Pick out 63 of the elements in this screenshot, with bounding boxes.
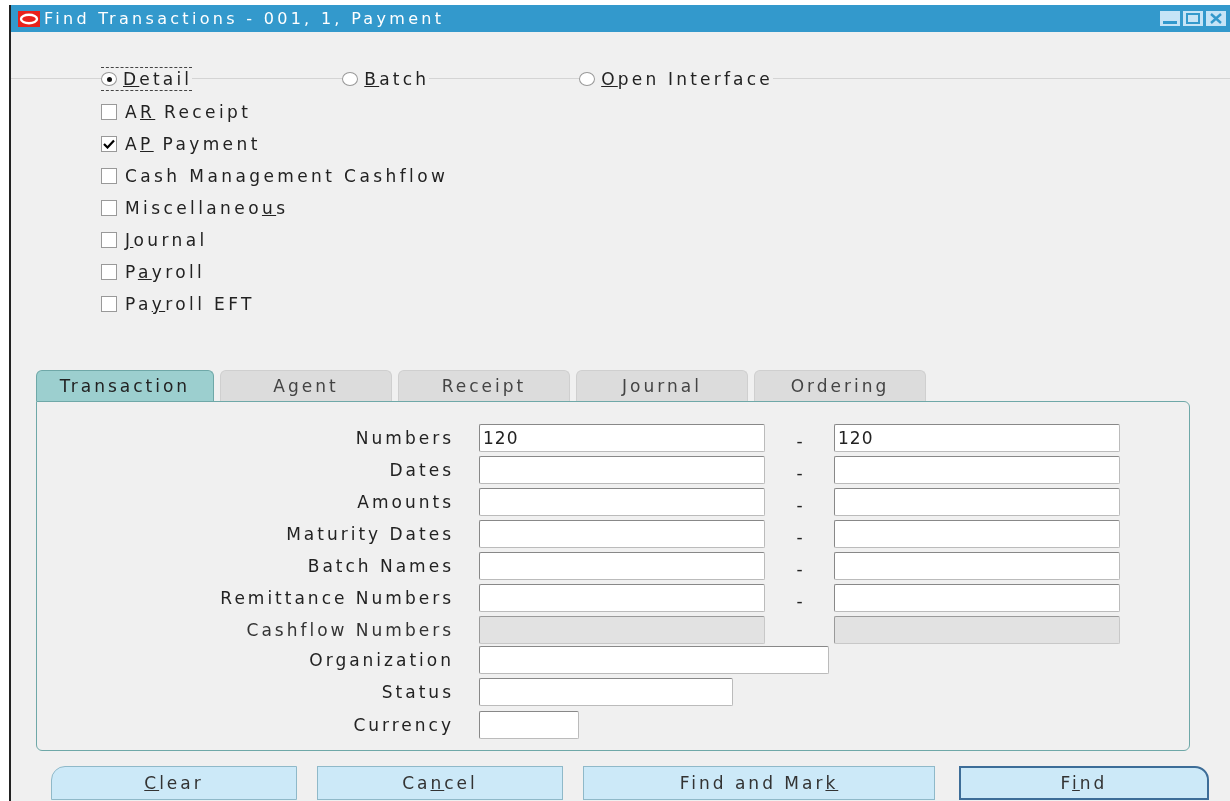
field-label: Maturity Dates (285, 524, 455, 544)
input-field[interactable] (479, 677, 733, 706)
checkbox[interactable] (101, 232, 117, 248)
checkbox-label[interactable]: P a yroll (125, 262, 206, 282)
action-button[interactable]: C lear (51, 766, 297, 800)
radio-button[interactable] (342, 72, 359, 86)
range-dash: - (796, 591, 803, 611)
input-field[interactable] (479, 552, 765, 580)
checkbox-label[interactable]: A P Payment (125, 134, 261, 154)
input-field[interactable] (479, 711, 579, 739)
field-label: Dates (388, 460, 455, 480)
field-label: Batch Names (306, 556, 455, 576)
checkbox[interactable] (101, 168, 117, 184)
maximize-icon[interactable] (1183, 11, 1203, 26)
action-button[interactable]: Find and Mar k (583, 766, 935, 800)
checkbox-label[interactable]: Pa y roll EFT (125, 294, 255, 314)
input-field[interactable] (834, 456, 1120, 484)
checkbox[interactable] (101, 296, 117, 312)
radio-button[interactable] (101, 72, 117, 86)
close-icon[interactable] (1206, 11, 1226, 26)
checkbox-label[interactable]: A R Receipt (125, 102, 252, 122)
range-dash: - (796, 527, 803, 547)
checkbox-label[interactable]: Miscellaneo u s (125, 198, 289, 218)
input-field[interactable]: 120 (834, 424, 1120, 452)
tab[interactable]: Journal (576, 370, 748, 401)
checkbox-label[interactable]: Cash Management Cashflow (125, 166, 449, 186)
tab[interactable]: Transaction (36, 370, 214, 401)
range-dash: - (796, 495, 803, 515)
input-field[interactable] (834, 488, 1120, 516)
tab[interactable]: Ordering (754, 370, 926, 401)
input-field[interactable]: 120 (479, 424, 765, 452)
field-label: Numbers (354, 428, 455, 448)
input-field[interactable] (834, 520, 1120, 548)
checkbox[interactable] (101, 136, 117, 152)
window-title: Find Transactions - 001, 1, Payment (44, 9, 445, 28)
minimize-icon[interactable] (1160, 11, 1180, 26)
radio-button[interactable] (579, 72, 596, 86)
input-field[interactable] (479, 456, 765, 484)
field-label: Organization (308, 650, 455, 670)
input-field[interactable] (479, 488, 765, 516)
field-label: Status (380, 681, 455, 702)
action-button[interactable]: Fi nd (959, 766, 1209, 800)
checkbox[interactable] (101, 200, 117, 216)
field-label: Cashflow Numbers (245, 620, 455, 640)
range-dash: - (796, 559, 803, 579)
oval-logo-icon (18, 10, 40, 27)
checkbox[interactable] (101, 264, 117, 280)
input-field[interactable] (479, 646, 829, 674)
action-button[interactable]: Ca n cel (317, 766, 563, 800)
checkbox-label[interactable]: J ournal (125, 230, 208, 250)
radio-option[interactable]: D etail (101, 67, 193, 91)
field-label: Amounts (356, 492, 455, 512)
checkbox[interactable] (101, 104, 117, 120)
range-dash: - (796, 431, 803, 451)
input-field[interactable] (834, 552, 1120, 580)
input-field[interactable] (479, 584, 765, 612)
input-field[interactable] (834, 584, 1120, 612)
tab[interactable]: Receipt (398, 370, 570, 401)
field-label: Currency (352, 715, 455, 735)
field-label: Remittance Numbers (219, 588, 455, 608)
range-dash: - (796, 463, 803, 483)
input-field[interactable] (479, 520, 765, 548)
tab[interactable]: Agent (220, 370, 392, 401)
